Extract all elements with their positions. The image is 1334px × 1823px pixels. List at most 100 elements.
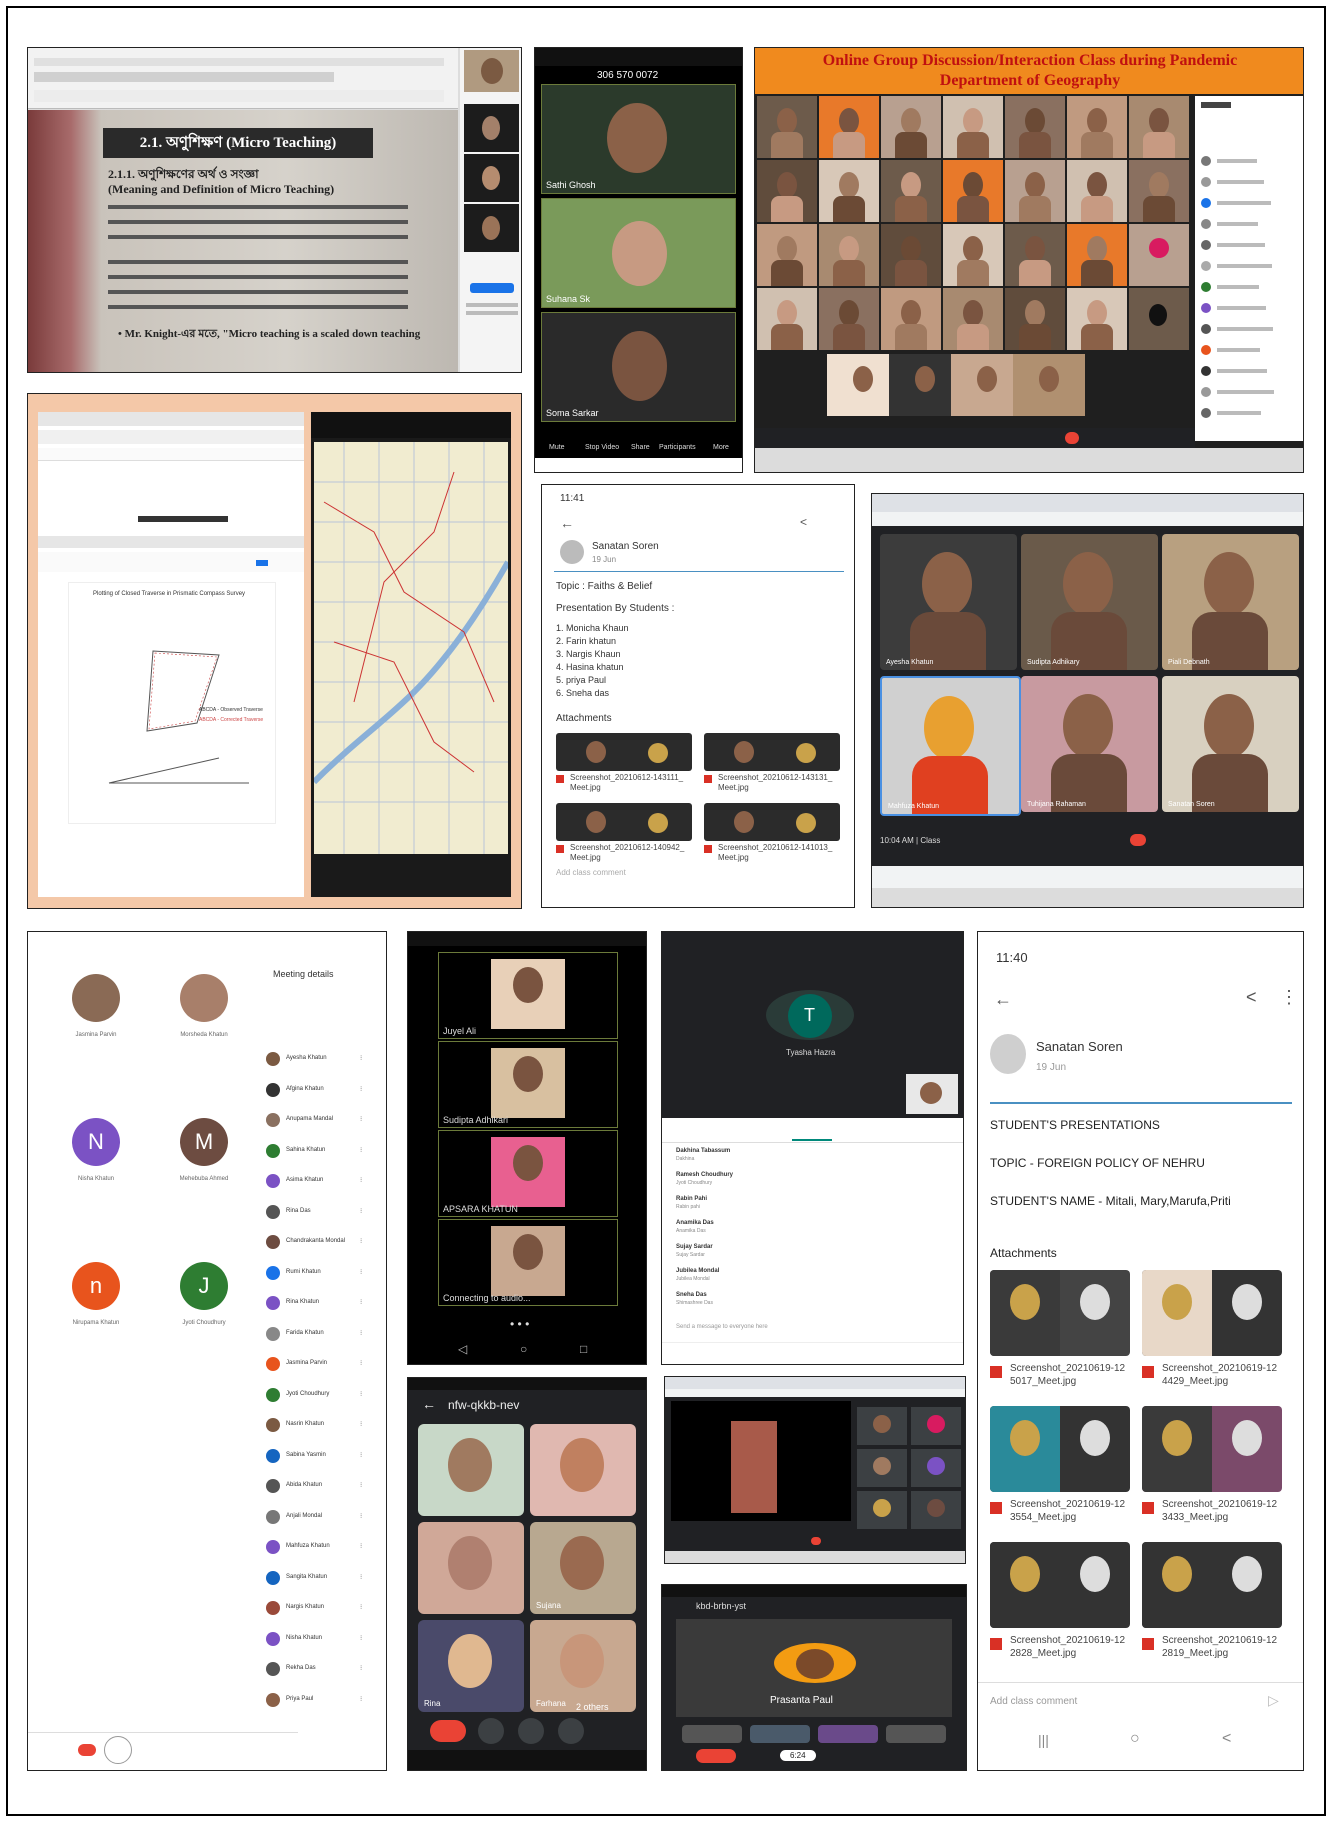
attachment-thumb[interactable] [1142,1270,1282,1356]
back-arrow-icon[interactable]: ← [994,989,1012,1010]
mic-icon[interactable]: ⁝ [360,1207,362,1215]
nav-recent-icon[interactable]: □ [580,1342,587,1356]
mic-icon[interactable]: ⁝ [360,1573,362,1581]
attachment-name[interactable]: Screenshot_20210619-122819_Meet.jpg [1162,1634,1280,1660]
leave-call-button[interactable] [1065,432,1079,444]
mic-icon[interactable]: ⁝ [360,1237,362,1245]
back-arrow-icon[interactable]: ← [422,1396,436,1412]
mic-icon[interactable]: ⁝ [360,1695,362,1703]
participant-name: Jasmina Parvin [75,1032,117,1038]
more-icon[interactable]: ⋮ [1280,987,1298,1008]
participant-name: Sudipta Adhikary [1027,659,1080,666]
mic-button[interactable] [518,1718,544,1744]
video-tile [1005,96,1065,158]
people-panel [1195,96,1303,441]
mic-icon[interactable]: ⁝ [360,1664,362,1672]
comment-field[interactable]: Add class comment [556,868,626,877]
end-call-button[interactable] [430,1720,466,1742]
attachment-thumb[interactable] [556,803,692,841]
participant-subname: Anamika Das [676,1228,706,1234]
leave-call-button[interactable] [78,1744,96,1756]
mic-icon[interactable]: ⁝ [360,1451,362,1459]
banner: Online Group Discussion/Interaction Clas… [755,48,1303,94]
participants-button[interactable]: Participants [659,444,696,451]
image-file-icon [1142,1366,1154,1378]
send-icon[interactable]: ▷ [1268,1692,1279,1709]
mic-icon[interactable]: ⁝ [360,1603,362,1611]
mic-icon[interactable]: ⁝ [360,1420,362,1428]
share-icon[interactable]: < [1246,987,1257,1008]
video-tile: Farhana [530,1620,636,1712]
mic-icon[interactable]: ⁝ [360,1359,362,1367]
mute-button[interactable]: Mute [549,444,565,451]
stop-video-button[interactable]: Stop Video [585,444,619,451]
mic-icon[interactable]: ⁝ [360,1512,362,1520]
attachment-name[interactable]: Screenshot_20210612-141013_Meet.jpg [718,843,836,863]
status-time: 11:41 [560,493,585,504]
attachment-thumb[interactable] [990,1542,1130,1628]
attachment-name[interactable]: Screenshot_20210619-123433_Meet.jpg [1162,1498,1280,1524]
nav-home-icon[interactable]: ○ [1130,1730,1140,1748]
attachment-thumb[interactable] [990,1270,1130,1356]
panel-phone-speaker: kbd-brbn-yst Prasanta Paul 6:24 [661,1584,967,1771]
more-button[interactable]: More [713,444,729,451]
comment-field[interactable]: Add class comment [990,1696,1077,1707]
participant-name: Nisha Khatun [77,1176,115,1182]
nav-back-icon[interactable]: < [1222,1730,1231,1748]
join-button[interactable] [470,283,514,293]
attachment-name[interactable]: Screenshot_20210619-124429_Meet.jpg [1162,1362,1280,1388]
more-options-button[interactable] [558,1718,584,1744]
participant-avatar [180,974,228,1022]
nav-back-icon[interactable]: ◁ [458,1342,467,1356]
mic-icon[interactable]: ⁝ [360,1085,362,1093]
people-name: Ayesha Khatun [286,1055,327,1061]
share-icon[interactable]: < [800,515,807,529]
attachment-name[interactable]: Screenshot_20210612-140942_Meet.jpg [570,843,688,863]
meeting-code: nfw-qkkb-nev [448,1398,520,1412]
share-button[interactable]: Share [631,444,650,451]
attachment-name[interactable]: Screenshot_20210619-123554_Meet.jpg [1010,1498,1128,1524]
nav-recent-icon[interactable]: ||| [1038,1732,1049,1748]
mic-icon[interactable]: ⁝ [360,1634,362,1642]
nav-home-icon[interactable]: ○ [520,1342,527,1356]
mic-icon[interactable]: ⁝ [360,1481,362,1489]
mic-icon[interactable]: ⁝ [360,1146,362,1154]
people-avatar [1201,177,1211,187]
mic-icon[interactable]: ⁝ [360,1054,362,1062]
participant-name: Sneha Das [676,1292,707,1298]
attachment-name[interactable]: Screenshot_20210619-125017_Meet.jpg [1010,1362,1128,1388]
participant-name: Juyel Ali [443,1026,477,1036]
attachment-thumb[interactable] [556,733,692,771]
mic-icon[interactable]: ⁝ [360,1176,362,1184]
camera-button[interactable] [478,1718,504,1744]
video-tile: Sujana [530,1522,636,1614]
camera-button[interactable] [104,1736,132,1764]
participant-subname: Jubilea Mondal [676,1276,710,1282]
leave-call-button[interactable] [811,1537,821,1545]
leave-call-button[interactable] [1130,834,1146,846]
mic-icon[interactable]: ⁝ [360,1390,362,1398]
video-tile [757,160,817,222]
people-name: Nisha Khatun [286,1634,323,1641]
back-arrow-icon[interactable]: ← [560,515,574,531]
mic-icon[interactable]: ⁝ [360,1298,362,1306]
mic-icon[interactable]: ⁝ [360,1542,362,1550]
attachment-thumb[interactable] [704,733,840,771]
attachment-thumb[interactable] [1142,1406,1282,1492]
mic-icon[interactable]: ⁝ [360,1115,362,1123]
attachment-thumb[interactable] [990,1406,1130,1492]
message-input[interactable]: Send a message to everyone here [676,1324,768,1330]
attachment-name[interactable]: Screenshot_20210612-143131_Meet.jpg [718,773,836,793]
people-name: Nargis Khatun [286,1604,325,1610]
mic-icon[interactable]: ⁝ [360,1329,362,1337]
participant-name: Tyasha Hazra [786,1048,836,1057]
attachment-name[interactable]: Screenshot_20210619-122828_Meet.jpg [1010,1634,1128,1660]
presentation-by: Presentation By Students : [556,603,675,614]
video-tile [911,1449,961,1487]
mic-icon[interactable]: ⁝ [360,1268,362,1276]
attachment-thumb[interactable] [704,803,840,841]
video-tile [1129,224,1189,286]
attachment-thumb[interactable] [1142,1542,1282,1628]
attachment-name[interactable]: Screenshot_20210612-143111_Meet.jpg [570,773,688,793]
end-call-button[interactable] [696,1749,736,1763]
